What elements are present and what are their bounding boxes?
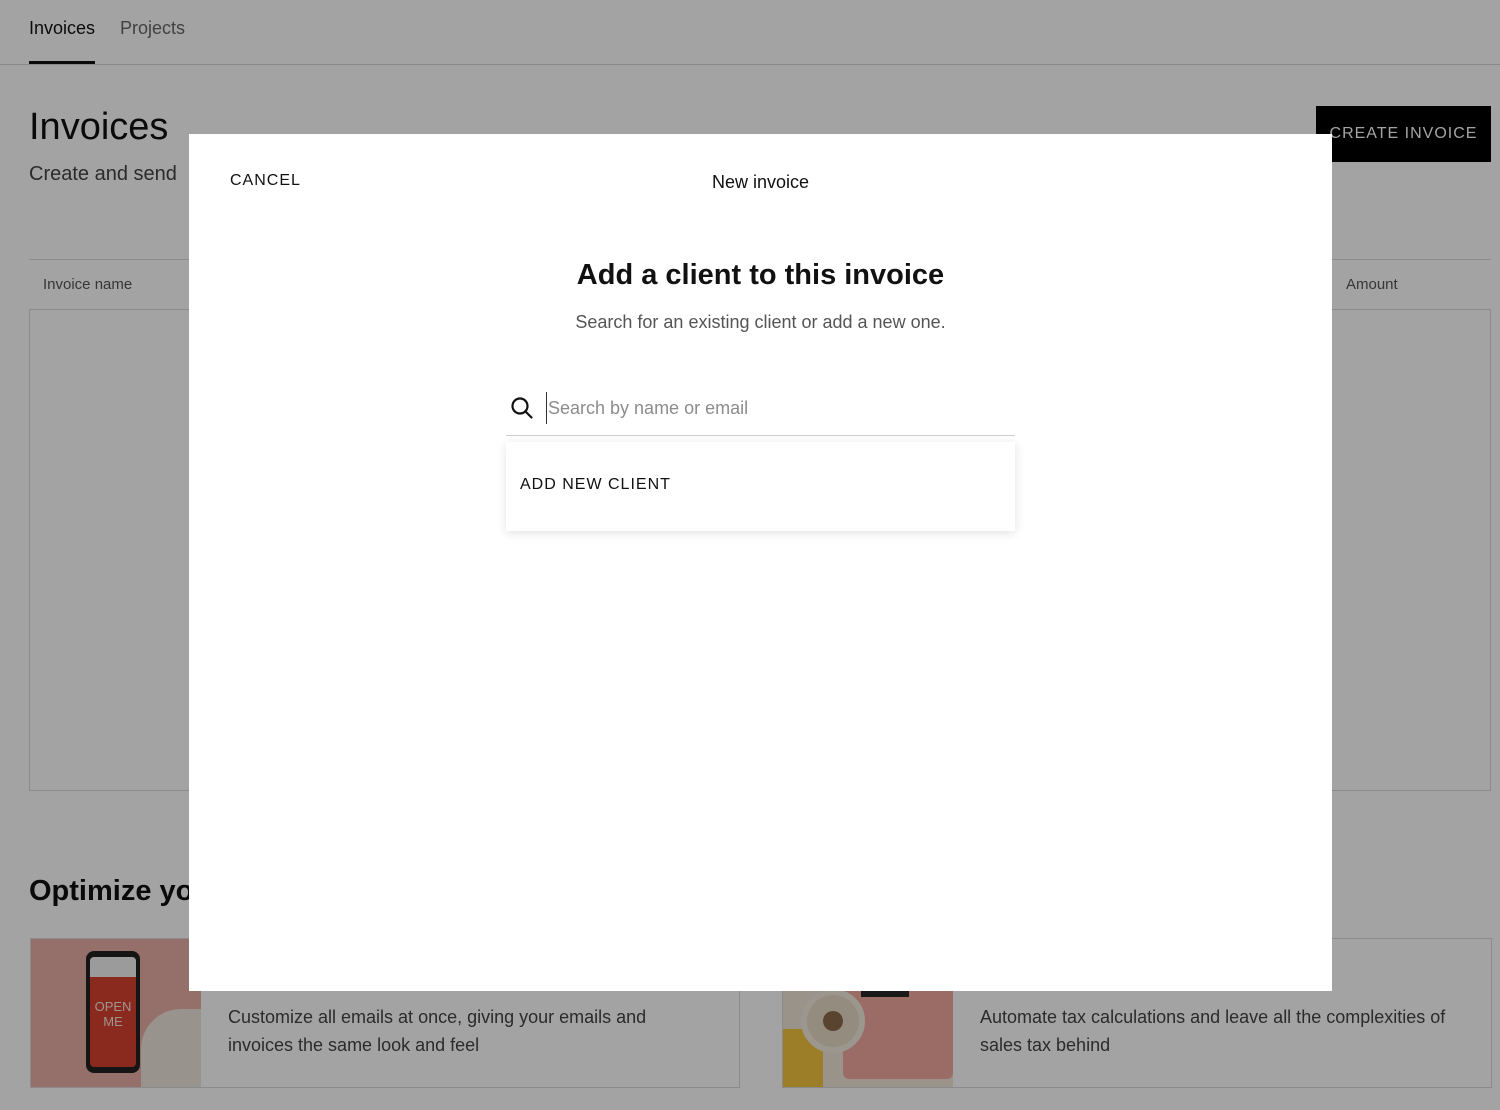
add-new-client-button[interactable]: ADD NEW CLIENT (520, 476, 671, 494)
client-search-dropdown: ADD NEW CLIENT (506, 442, 1015, 531)
modal-header-title: New invoice (711, 172, 810, 192)
modal-heading: Add a client to this invoice (576, 259, 945, 291)
client-search-input[interactable] (546, 392, 1008, 424)
new-invoice-modal: CANCEL New invoice Add a client to this … (189, 134, 1332, 991)
search-icon (510, 396, 534, 420)
client-search (506, 388, 1015, 436)
app-root: Invoices Projects Invoices Create and se… (0, 0, 1500, 1110)
modal-subheading: Search for an existing client or add a n… (575, 312, 946, 332)
